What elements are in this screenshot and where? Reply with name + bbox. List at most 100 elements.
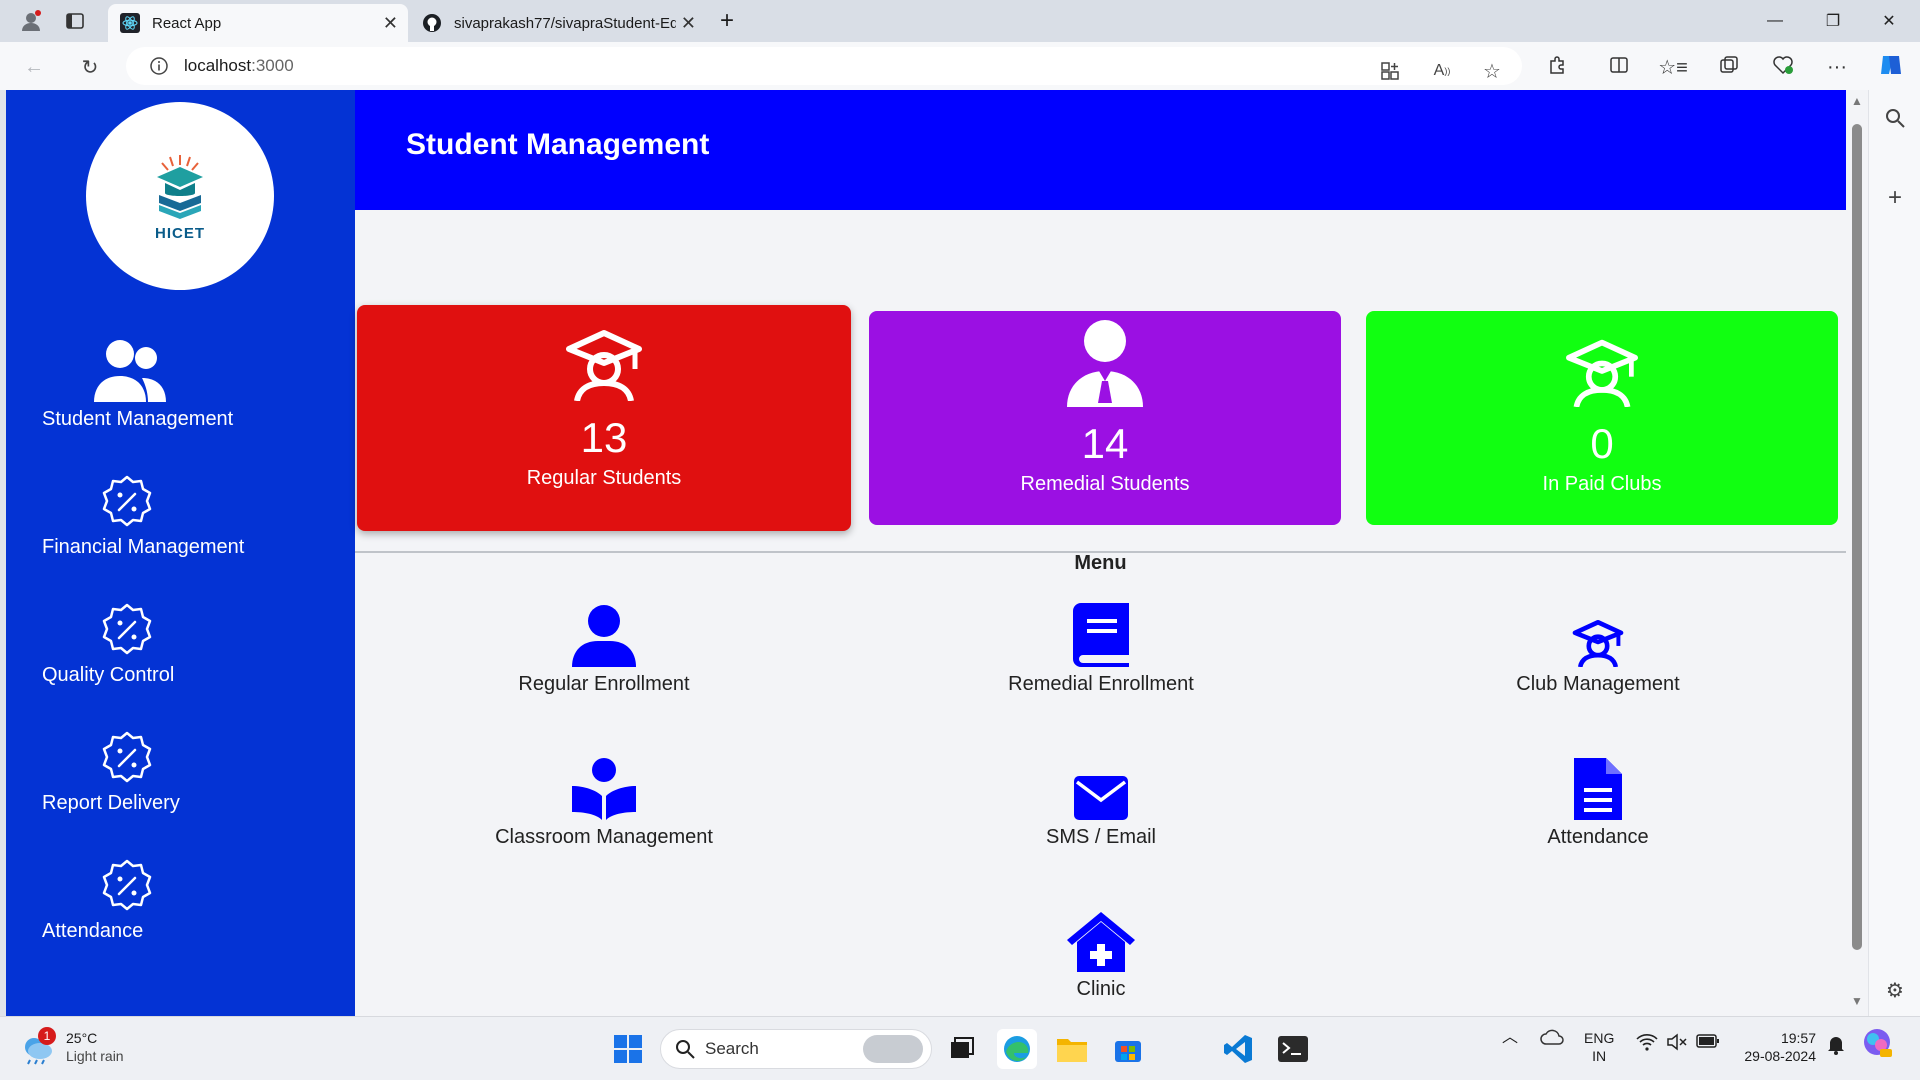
notification-bell-icon[interactable] xyxy=(1826,1033,1846,1059)
more-dots-icon: ··· xyxy=(1827,55,1847,78)
show-hidden-icons[interactable]: ︿ xyxy=(1502,1029,1518,1047)
terminal-icon xyxy=(1278,1036,1308,1062)
windows-icon xyxy=(614,1035,642,1063)
favorite-star-icon[interactable]: ☆ xyxy=(1478,57,1506,85)
scroll-down-icon[interactable]: ▼ xyxy=(1850,994,1864,1008)
taskbar-search[interactable]: Search xyxy=(660,1029,932,1069)
clock[interactable]: 19:57 29-08-2024 xyxy=(1738,1029,1816,1065)
plus-icon: + xyxy=(720,7,735,34)
taskbar-terminal[interactable] xyxy=(1273,1029,1313,1069)
sidebar-item-report-delivery[interactable]: Report Delivery xyxy=(42,722,342,815)
split-screen-icon xyxy=(1609,55,1629,80)
search-highlight-icon xyxy=(863,1035,923,1063)
file-icon xyxy=(1574,756,1622,820)
collections-button[interactable] xyxy=(1712,51,1746,83)
close-tab-icon[interactable]: ✕ xyxy=(681,13,696,34)
sidebar-item-attendance[interactable]: Attendance xyxy=(42,850,342,943)
sidebar-item-student-management[interactable]: Student Management xyxy=(42,338,342,431)
menu-item-sms-email[interactable]: SMS / Email xyxy=(891,756,1311,849)
stat-card-regular-students[interactable]: 13 Regular Students xyxy=(357,305,851,531)
taskbar-file-explorer[interactable] xyxy=(1052,1029,1092,1069)
hicet-logo-icon xyxy=(157,154,203,219)
stat-card-remedial-students[interactable]: 14 Remedial Students xyxy=(869,311,1341,525)
scroll-up-icon[interactable]: ▲ xyxy=(1850,94,1864,108)
tab-react-app[interactable]: React App ✕ xyxy=(108,4,408,42)
badge-percent-icon xyxy=(42,722,212,786)
refresh-button[interactable]: ↻ xyxy=(74,51,106,83)
stat-card-paid-clubs[interactable]: 0 In Paid Clubs xyxy=(1366,311,1838,525)
back-button[interactable]: ← xyxy=(18,51,50,83)
start-button[interactable] xyxy=(608,1029,648,1069)
menu-item-clinic[interactable]: Clinic xyxy=(891,908,1311,1001)
back-arrow-icon: ← xyxy=(24,55,44,78)
address-bar[interactable]: localhost:3000 A)) ☆ xyxy=(126,47,1522,85)
close-window-button[interactable]: ✕ xyxy=(1866,6,1912,36)
graduate-icon xyxy=(565,305,643,401)
new-tab-button[interactable]: + xyxy=(712,6,742,36)
app-available-icon[interactable] xyxy=(1376,57,1404,85)
close-tab-icon[interactable]: ✕ xyxy=(383,13,398,34)
url-text[interactable]: localhost:3000 xyxy=(184,56,294,76)
vertical-tabs-icon xyxy=(66,13,84,29)
settings-more-button[interactable]: ··· xyxy=(1820,51,1854,83)
gear-icon[interactable]: ⚙ xyxy=(1881,976,1909,1004)
restore-button[interactable]: ❐ xyxy=(1810,6,1856,36)
menu-item-remedial-enrollment[interactable]: Remedial Enrollment xyxy=(891,603,1311,696)
sidebar-item-quality-control[interactable]: Quality Control xyxy=(42,594,342,687)
read-aloud-icon[interactable]: A)) xyxy=(1428,57,1456,85)
browser-essentials-button[interactable] xyxy=(1766,51,1800,83)
menu-item-label: SMS / Email xyxy=(1045,826,1157,848)
clinic-icon xyxy=(1065,908,1137,972)
taskbar-edge[interactable] xyxy=(997,1029,1037,1069)
profile-button[interactable] xyxy=(14,6,48,36)
copilot-taskbar-icon[interactable] xyxy=(1862,1027,1892,1061)
taskbar-vscode[interactable] xyxy=(1218,1029,1258,1069)
chevron-up-icon: ︿ xyxy=(1502,1029,1519,1046)
weather-widget[interactable]: 1 25°C Light rain xyxy=(20,1027,124,1065)
collections-icon xyxy=(1719,55,1739,80)
minimize-icon: — xyxy=(1767,12,1783,29)
favorites-list-icon: ☆≡ xyxy=(1658,56,1688,79)
add-sidebar-app-icon[interactable]: + xyxy=(1881,184,1909,212)
favorites-button[interactable]: ☆≡ xyxy=(1656,51,1690,83)
menu-item-club-management[interactable]: Club Management xyxy=(1388,603,1808,696)
copilot-button[interactable] xyxy=(1874,51,1908,83)
onedrive-icon[interactable] xyxy=(1540,1029,1564,1049)
browser-tab-strip: React App ✕ sivaprakash77/sivapraStudent… xyxy=(0,0,1920,42)
stat-label: Remedial Students xyxy=(1020,473,1190,495)
stat-label: In Paid Clubs xyxy=(1542,473,1662,495)
envelope-icon xyxy=(1074,756,1128,820)
sidebar-item-financial-management[interactable]: Financial Management xyxy=(42,466,342,559)
store-icon xyxy=(1115,1041,1141,1062)
menu-item-label: Regular Enrollment xyxy=(518,673,690,695)
split-screen-button[interactable] xyxy=(1602,51,1636,83)
site-info-icon[interactable] xyxy=(148,55,170,77)
menu-item-regular-enrollment[interactable]: Regular Enrollment xyxy=(394,603,814,696)
react-icon xyxy=(120,13,140,33)
tab-actions-button[interactable] xyxy=(60,6,90,36)
taskbar-store[interactable] xyxy=(1108,1029,1148,1069)
main-content: Student Management 13 Regular Students 1… xyxy=(355,90,1846,1016)
task-view-button[interactable] xyxy=(942,1029,982,1069)
folder-icon xyxy=(1057,1039,1087,1062)
menu-item-classroom-management[interactable]: Classroom Management xyxy=(394,756,814,849)
badge-percent-icon xyxy=(42,466,212,530)
notification-badge: 1 xyxy=(38,1027,56,1045)
speaker-muted-icon[interactable] xyxy=(1666,1033,1688,1055)
language-indicator[interactable]: ENG IN xyxy=(1584,1029,1614,1065)
minimize-button[interactable]: — xyxy=(1752,6,1798,36)
tab-github[interactable]: sivaprakash77/sivapraStudent-Ed ✕ xyxy=(410,4,706,42)
windows-taskbar: 1 25°C Light rain Search ︿ ENG IN 19:57 … xyxy=(0,1016,1920,1080)
sidebar: HICET Student Management Financial Manag… xyxy=(6,90,355,1016)
menu-item-label: Classroom Management xyxy=(495,826,713,848)
extensions-button[interactable] xyxy=(1540,51,1574,83)
page-scrollbar[interactable]: ▲ ▼ xyxy=(1846,90,1868,1016)
sidebar-item-label: Student Management xyxy=(42,408,234,430)
battery-icon[interactable] xyxy=(1696,1033,1720,1053)
wifi-icon[interactable] xyxy=(1636,1033,1658,1055)
scrollbar-thumb[interactable] xyxy=(1852,124,1862,950)
weather-desc: Light rain xyxy=(66,1048,124,1064)
search-icon[interactable] xyxy=(1881,104,1909,132)
github-icon xyxy=(422,13,442,33)
menu-item-attendance[interactable]: Attendance xyxy=(1388,756,1808,849)
